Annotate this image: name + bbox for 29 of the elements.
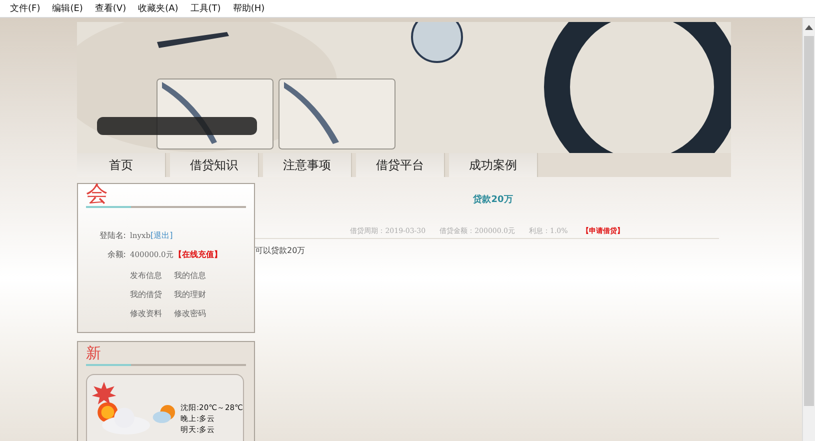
nav-tab[interactable]: 借贷平台 bbox=[356, 153, 445, 177]
link[interactable]: [退出] bbox=[150, 230, 173, 241]
member-link[interactable]: 我的信息 bbox=[174, 270, 204, 281]
member-link[interactable]: 发布信息 bbox=[130, 270, 160, 281]
member-link[interactable]: 我的借贷 bbox=[130, 289, 160, 300]
member-link[interactable]: 修改密码 bbox=[174, 308, 204, 319]
menu-item[interactable]: 帮助(H) bbox=[226, 2, 271, 15]
nav-tab[interactable]: 成功案例 bbox=[449, 153, 538, 177]
scroll-up-icon[interactable] bbox=[805, 24, 813, 30]
cloud-sun-icon bbox=[152, 403, 177, 425]
loan-description: 可以贷款20万 bbox=[255, 245, 306, 256]
menu-item[interactable]: 文件(F) bbox=[4, 2, 46, 15]
menu-item[interactable]: 查看(V) bbox=[88, 2, 132, 15]
scroll-thumb[interactable] bbox=[804, 36, 814, 406]
menu-item[interactable]: 收藏夹(A) bbox=[132, 2, 184, 15]
nav-tab[interactable]: 注意事项 bbox=[263, 153, 352, 177]
panel-heading: 会 bbox=[86, 182, 108, 207]
nav-tab[interactable]: 借贷知识 bbox=[170, 153, 259, 177]
menu-item[interactable]: 工具(T) bbox=[184, 2, 227, 15]
field-label: 登陆名: bbox=[98, 230, 127, 241]
panel-heading: 新 bbox=[86, 344, 101, 362]
scrollbar[interactable] bbox=[802, 18, 815, 441]
nav-tab[interactable]: 首页 bbox=[77, 153, 166, 177]
loan-title: 贷款20万 bbox=[472, 193, 514, 206]
link[interactable]: 【在线充值】 bbox=[174, 249, 222, 260]
field-label: 余额: bbox=[106, 249, 127, 260]
member-link[interactable]: 修改资料 bbox=[130, 308, 160, 319]
member-link[interactable]: 我的理财 bbox=[174, 289, 204, 300]
menu-item[interactable]: 编辑(E) bbox=[46, 2, 89, 15]
